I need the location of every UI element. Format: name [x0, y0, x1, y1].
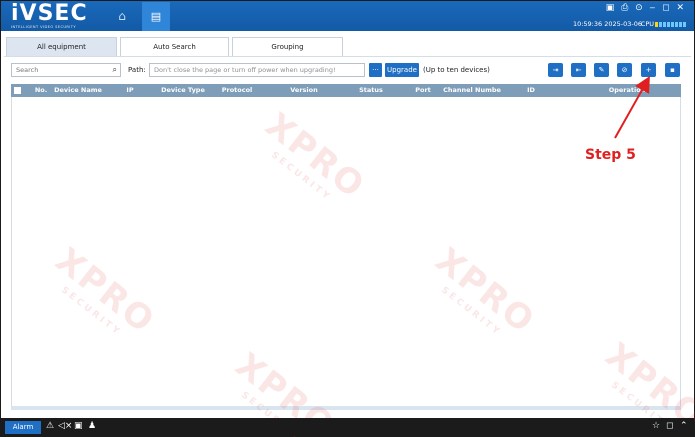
step-annotation-label: Step 5	[585, 147, 636, 163]
chevron-up-icon[interactable]: ⌃	[680, 420, 688, 433]
restore-icon[interactable]: ◻	[666, 420, 673, 433]
bell-icon[interactable]: ♟	[88, 420, 96, 433]
status-bar: Alarm ⚠ ◁× ▣ ♟ ☆ ◻ ⌃	[1, 418, 694, 436]
pin-icon[interactable]: ☆	[652, 420, 660, 433]
annotation-arrow	[614, 76, 650, 139]
screen-icon[interactable]: ▣	[74, 420, 83, 433]
alarm-button[interactable]: Alarm	[5, 421, 41, 434]
mute-icon[interactable]: ◁×	[58, 420, 72, 433]
warning-icon[interactable]: ⚠	[46, 420, 54, 433]
